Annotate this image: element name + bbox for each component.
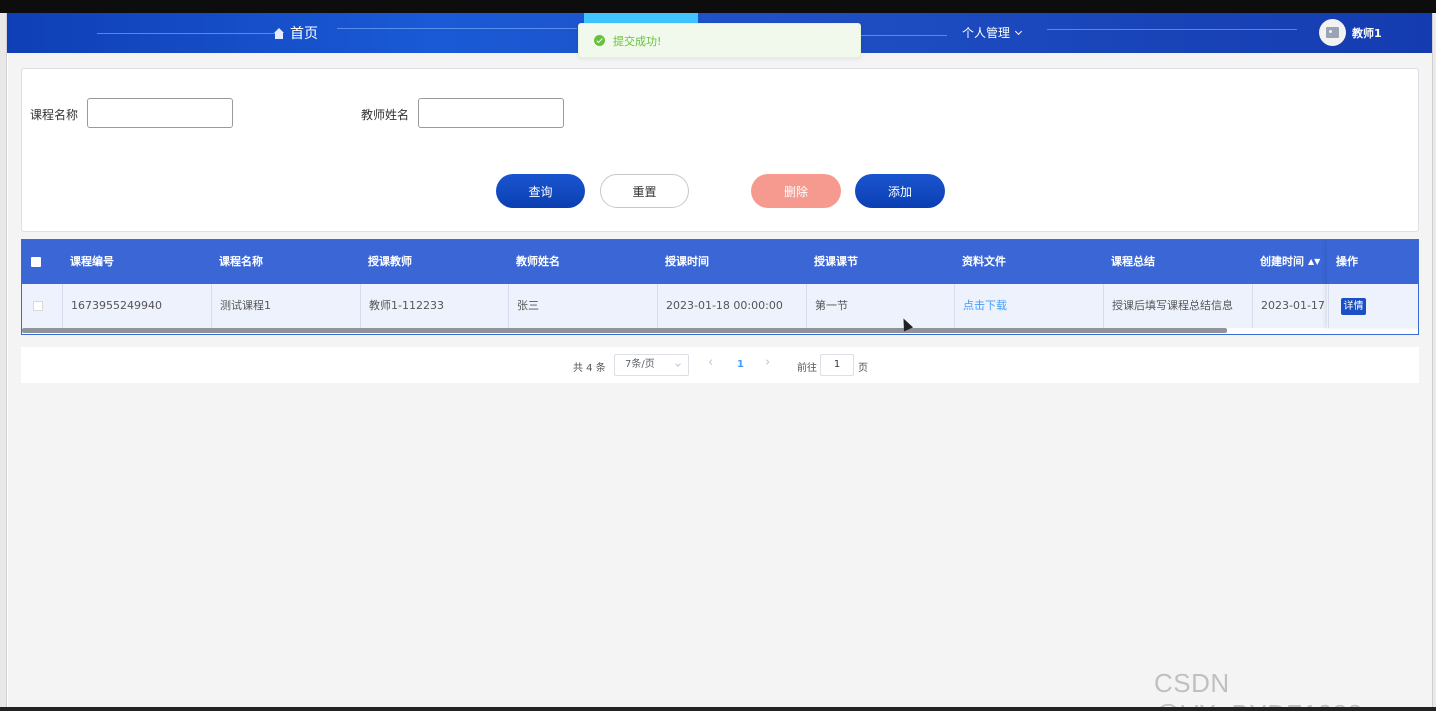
col-actions: 操作 [1336,255,1358,268]
nav-decor-line [337,28,577,29]
nav-active-indicator [584,13,698,23]
page-unit-label: 页 [858,363,868,374]
col-created-label: 创建时间 [1260,255,1304,268]
cell-section: 第一节 [806,284,954,328]
chevron-down-icon [675,361,681,367]
cell-created: 2023-01-17 19 [1252,284,1328,328]
goto-label: 前往 [797,363,817,374]
course-table: 课程编号 课程名称 授课教师 教师姓名 授课时间 授课课节 资料文件 课程总结 … [21,239,1419,335]
table-header: 课程编号 课程名称 授课教师 教师姓名 授课时间 授课课节 资料文件 课程总结 … [22,240,1418,284]
window-left-edge [0,13,7,707]
nav-decor-line [97,33,277,34]
user-menu[interactable]: 教师1 [1319,19,1382,46]
query-button[interactable]: 查询 [496,174,585,208]
cell-teacher: 教师1-112233 [360,284,508,328]
teacher-name-input[interactable] [418,98,564,128]
col-teach-time: 授课时间 [665,255,709,268]
watermark: CSDN @VX_BYDZ1988 [1154,668,1362,711]
search-panel: 课程名称 教师姓名 查询 重置 删除 添加 [21,68,1419,232]
cell-course-no: 1673955249940 [62,284,211,328]
nav-personal-label: 个人管理 [962,26,1011,40]
sort-caret-icon[interactable]: ▲▼ [1308,240,1320,284]
nav-personal-menu[interactable]: 个人管理 [962,24,1023,41]
pagination: 共 4 条 7条/页 ‹ 1 › 前往 1 页 [21,347,1419,383]
horizontal-scrollbar[interactable] [22,328,1227,333]
course-name-input[interactable] [87,98,233,128]
add-button[interactable]: 添加 [855,174,945,208]
page-jump-input[interactable]: 1 [820,354,854,376]
cell-summary: 授课后填写课程总结信息 [1103,284,1252,328]
page-size-value: 7条/页 [625,359,655,370]
image-placeholder-icon [1326,27,1339,38]
course-name-label: 课程名称 [30,108,79,122]
col-course-name: 课程名称 [219,255,263,268]
pager-total: 共 4 条 [573,363,606,374]
success-toast: 提交成功! [578,23,861,58]
window-top-bar [0,0,1436,13]
avatar [1319,19,1346,46]
download-link[interactable]: 点击下载 [954,284,1103,328]
col-summary: 课程总结 [1111,255,1155,268]
prev-page-button[interactable]: ‹ [708,355,713,370]
window-right-edge [1432,13,1436,707]
nav-home-label: 首页 [290,26,318,42]
cell-teacher-name: 张三 [508,284,657,328]
table-row: 1673955249940 测试课程1 教师1-112233 张三 2023-0… [22,284,1418,328]
delete-button[interactable]: 删除 [751,174,841,208]
detail-button[interactable]: 详情 [1341,298,1366,315]
nav-home-link[interactable]: 首页 [273,23,318,43]
success-check-icon [594,35,605,46]
chevron-down-icon [1014,27,1023,35]
page-number-current[interactable]: 1 [737,359,744,370]
select-all-checkbox[interactable] [31,257,41,267]
next-page-button[interactable]: › [765,355,770,370]
toast-message: 提交成功! [613,34,662,48]
col-file: 资料文件 [962,255,1006,268]
teacher-name-label: 教师姓名 [361,108,410,122]
reset-button[interactable]: 重置 [600,174,689,208]
home-icon [273,27,285,39]
main-content: 课程名称 教师姓名 查询 重置 删除 添加 课程编号 课程名称 授课教师 教师姓… [8,53,1432,707]
window-bottom-bar [0,707,1436,711]
nav-decor-line [1047,29,1297,30]
col-course-no: 课程编号 [70,255,114,268]
col-teacher-name: 教师姓名 [516,255,560,268]
row-checkbox[interactable] [33,301,43,311]
col-section: 授课课节 [814,255,858,268]
cell-teach-time: 2023-01-18 00:00:00 [657,284,806,328]
col-created[interactable]: 创建时间 ▲▼ [1260,240,1320,284]
cell-course-name: 测试课程1 [211,284,360,328]
col-teacher: 授课教师 [368,255,412,268]
page-size-select[interactable]: 7条/页 [614,354,689,376]
user-name: 教师1 [1352,26,1382,40]
